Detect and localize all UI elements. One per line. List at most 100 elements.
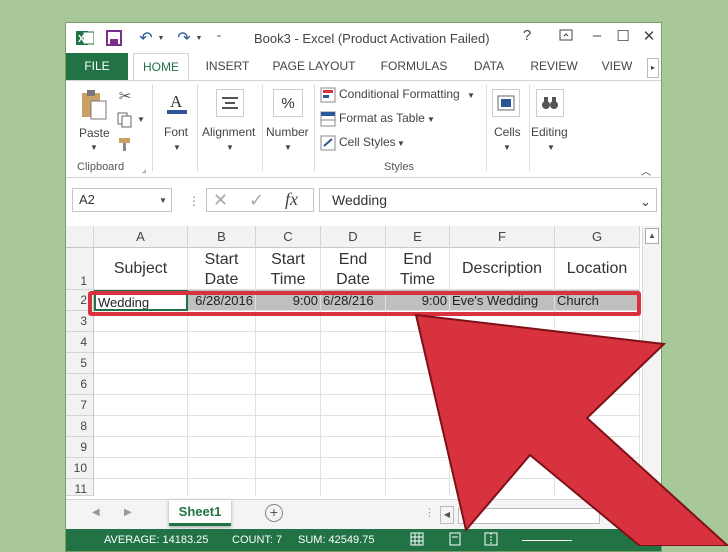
- editing-label[interactable]: Editing: [531, 125, 568, 139]
- header-cell-description[interactable]: Description: [450, 248, 555, 290]
- binoculars-icon[interactable]: [536, 89, 564, 117]
- tab-page-layout[interactable]: PAGE LAYOUT: [269, 53, 359, 80]
- format-as-table-icon[interactable]: [320, 111, 336, 127]
- percent-icon[interactable]: %: [273, 89, 303, 117]
- zoom-slider[interactable]: [522, 540, 572, 541]
- cell-styles-dropdown-icon[interactable]: ▼: [397, 139, 405, 148]
- scroll-up-icon[interactable]: ▲: [645, 228, 659, 244]
- header-cell-start-time[interactable]: Start Time: [256, 248, 321, 290]
- cell-styles-icon[interactable]: [320, 135, 336, 151]
- format-as-table-label[interactable]: Format as Table: [339, 111, 425, 125]
- row-header[interactable]: 8: [66, 416, 94, 437]
- select-all-corner[interactable]: [66, 226, 94, 248]
- tabs-split-icon[interactable]: ⋮: [424, 506, 435, 519]
- row-header[interactable]: 7: [66, 395, 94, 416]
- formula-input[interactable]: Wedding: [319, 188, 657, 212]
- font-icon[interactable]: A: [164, 89, 190, 117]
- minimize-button[interactable]: –: [586, 27, 608, 44]
- close-button[interactable]: ✕: [638, 27, 660, 45]
- redo-dropdown-icon[interactable]: ▼: [194, 28, 204, 48]
- column-header[interactable]: A: [94, 226, 188, 248]
- header-cell-end-time[interactable]: End Time: [386, 248, 450, 290]
- add-sheet-button[interactable]: +: [265, 504, 283, 522]
- tab-data[interactable]: DATA: [464, 53, 514, 80]
- cancel-icon[interactable]: ✕: [213, 190, 228, 211]
- paste-label[interactable]: Paste: [79, 126, 110, 140]
- conditional-formatting-dropdown-icon[interactable]: ▼: [467, 91, 475, 100]
- expand-formula-bar-icon[interactable]: ⌄: [640, 194, 651, 210]
- name-box-dropdown-icon[interactable]: ▼: [159, 196, 167, 205]
- hscroll-left-icon[interactable]: ◀: [440, 506, 454, 524]
- font-label[interactable]: Font: [164, 125, 188, 139]
- row-header[interactable]: 4: [66, 332, 94, 353]
- name-box[interactable]: A2: [72, 188, 172, 212]
- alignment-icon[interactable]: [216, 89, 244, 117]
- alignment-dropdown-icon[interactable]: ▼: [226, 143, 234, 152]
- column-header[interactable]: G: [555, 226, 640, 248]
- row-header[interactable]: 11: [66, 479, 94, 496]
- clipboard-launcher-icon[interactable]: ⌟: [142, 164, 146, 175]
- horizontal-scrollbar[interactable]: [458, 508, 600, 524]
- sheet-next-icon[interactable]: ▶: [124, 507, 132, 518]
- row-header[interactable]: 10: [66, 458, 94, 479]
- tab-file[interactable]: FILE: [66, 53, 128, 80]
- editing-dropdown-icon[interactable]: ▼: [547, 143, 555, 152]
- column-header[interactable]: C: [256, 226, 321, 248]
- paste-dropdown-icon[interactable]: ▼: [90, 143, 98, 152]
- tab-view[interactable]: VIEW: [594, 53, 640, 80]
- tab-review[interactable]: REVIEW: [526, 53, 582, 80]
- page-break-view-icon[interactable]: [484, 532, 498, 549]
- row-header[interactable]: 6: [66, 374, 94, 395]
- header-cell-start-date[interactable]: Start Date: [188, 248, 256, 290]
- conditional-formatting-label[interactable]: Conditional Formatting: [339, 87, 460, 101]
- column-header[interactable]: F: [450, 226, 555, 248]
- help-button[interactable]: ?: [516, 27, 538, 44]
- redo-icon[interactable]: ↷: [174, 28, 194, 48]
- empty-cells-grid[interactable]: [94, 311, 640, 496]
- customize-qat-icon[interactable]: ⁼: [212, 28, 226, 48]
- font-dropdown-icon[interactable]: ▼: [173, 143, 181, 152]
- number-label[interactable]: Number: [266, 125, 309, 139]
- row-header[interactable]: 9: [66, 437, 94, 458]
- tabs-scroll-right-icon[interactable]: ▸: [647, 58, 659, 78]
- cut-icon[interactable]: ✂: [116, 87, 134, 105]
- row-header[interactable]: 5: [66, 353, 94, 374]
- format-painter-icon[interactable]: [116, 135, 134, 153]
- sheet-tab-active[interactable]: Sheet1: [169, 500, 231, 526]
- undo-dropdown-icon[interactable]: ▼: [156, 28, 166, 48]
- column-header[interactable]: B: [188, 226, 256, 248]
- zoom-in-button[interactable]: +: [631, 530, 640, 548]
- cells-dropdown-icon[interactable]: ▼: [503, 143, 511, 152]
- enter-icon[interactable]: ✓: [249, 190, 264, 211]
- styles-group-label: Styles: [384, 161, 414, 173]
- copy-icon[interactable]: [116, 111, 134, 129]
- paste-icon[interactable]: [78, 89, 110, 121]
- header-cell-end-date[interactable]: End Date: [321, 248, 386, 290]
- ribbon-display-button[interactable]: [555, 27, 577, 47]
- tab-insert[interactable]: INSERT: [200, 53, 255, 80]
- cells-label[interactable]: Cells: [494, 125, 521, 139]
- page-layout-view-icon[interactable]: [448, 532, 462, 549]
- tab-home[interactable]: HOME: [133, 53, 189, 82]
- format-as-table-dropdown-icon[interactable]: ▼: [427, 115, 435, 124]
- header-cell-subject[interactable]: Subject: [94, 248, 188, 290]
- normal-view-icon[interactable]: [410, 532, 424, 549]
- vertical-scrollbar[interactable]: ▲: [642, 226, 660, 495]
- tab-formulas[interactable]: FORMULAS: [376, 53, 452, 80]
- sheet-prev-icon[interactable]: ◀: [92, 507, 100, 518]
- conditional-formatting-icon[interactable]: [320, 87, 336, 103]
- cells-icon[interactable]: [492, 89, 520, 117]
- undo-icon[interactable]: ↶: [136, 28, 156, 48]
- insert-function-button[interactable]: fx: [285, 189, 298, 210]
- copy-dropdown-icon[interactable]: ▼: [137, 115, 145, 124]
- maximize-button[interactable]: ☐: [612, 27, 634, 45]
- row-header[interactable]: 1: [66, 248, 94, 290]
- cell-styles-label[interactable]: Cell Styles: [339, 135, 396, 149]
- column-header[interactable]: E: [386, 226, 450, 248]
- header-cell-location[interactable]: Location: [555, 248, 640, 290]
- number-dropdown-icon[interactable]: ▼: [284, 143, 292, 152]
- save-icon[interactable]: [104, 28, 124, 48]
- column-header[interactable]: D: [321, 226, 386, 248]
- collapse-ribbon-icon[interactable]: ︿: [641, 163, 651, 178]
- alignment-label[interactable]: Alignment: [202, 125, 255, 139]
